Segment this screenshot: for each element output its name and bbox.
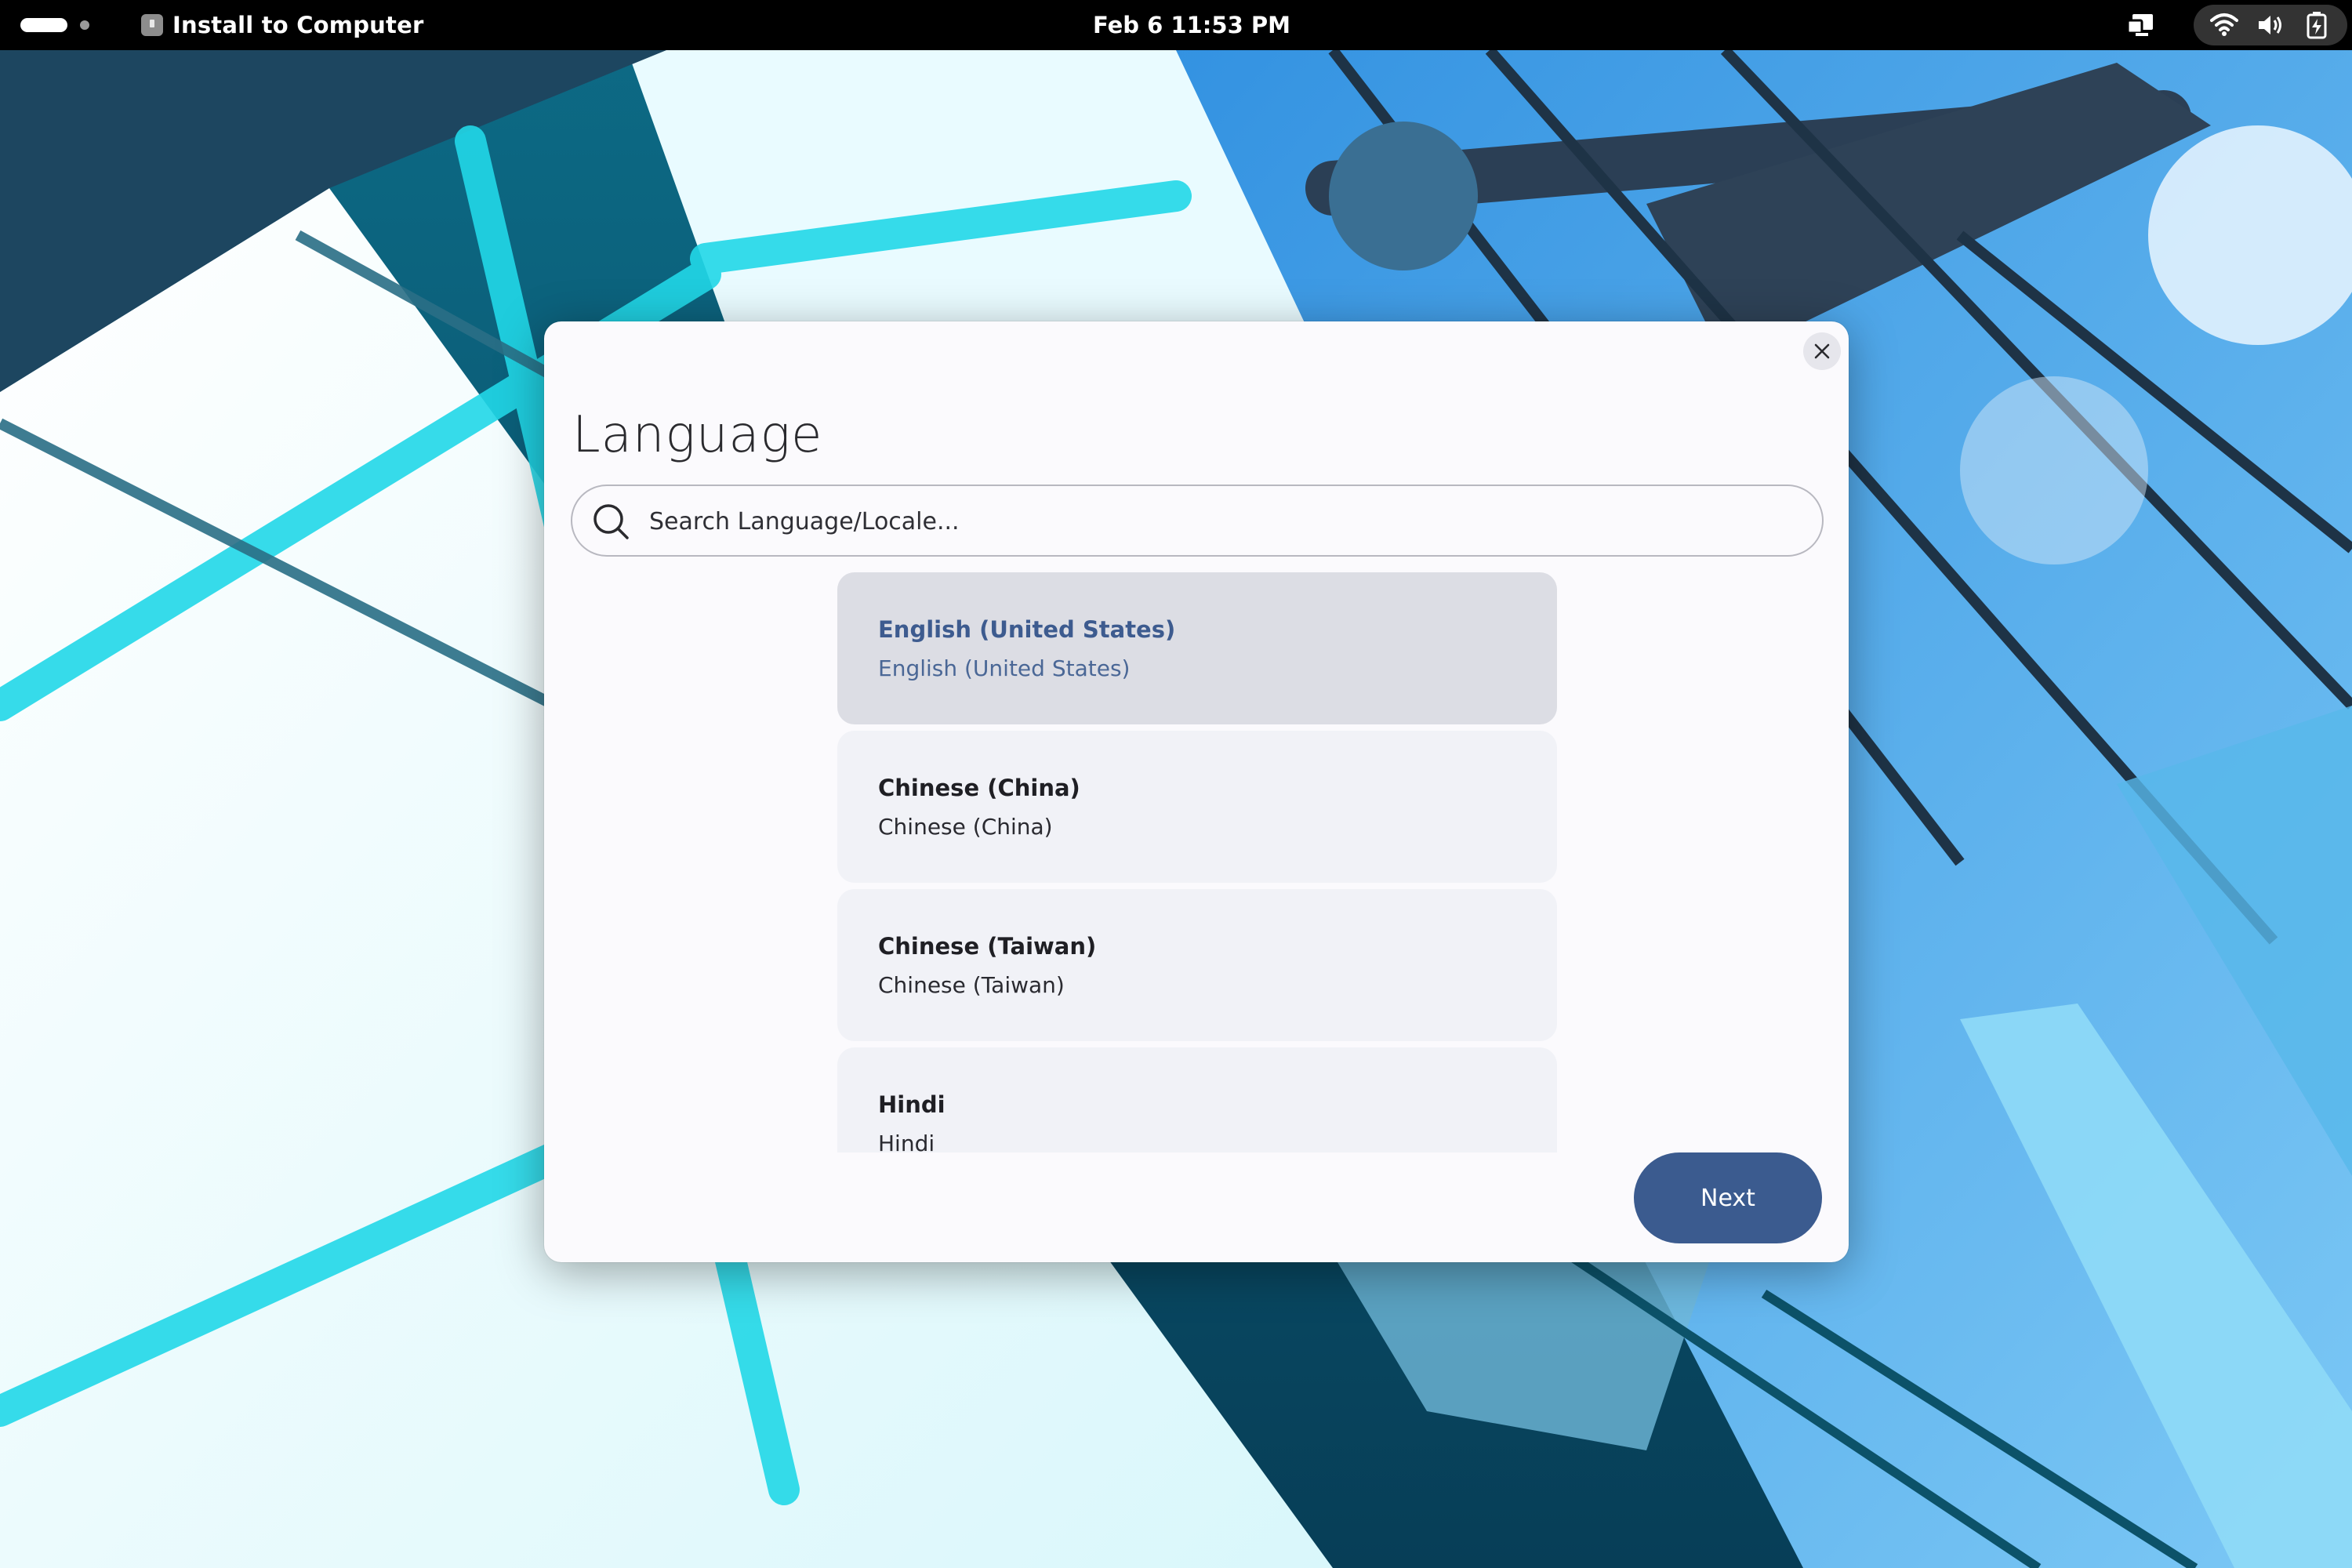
language-name: Hindi: [878, 1091, 946, 1118]
language-row[interactable]: Hindi Hindi: [837, 1047, 1557, 1152]
language-native-name: Chinese (Taiwan): [878, 972, 1065, 998]
language-native-name: Chinese (China): [878, 814, 1053, 840]
language-name: Chinese (China): [878, 775, 1080, 801]
installer-app-icon: [141, 14, 163, 36]
language-name: Chinese (Taiwan): [878, 933, 1097, 960]
language-row[interactable]: Chinese (Taiwan) Chinese (Taiwan): [837, 889, 1557, 1041]
system-menu[interactable]: [2194, 5, 2347, 45]
clock[interactable]: Feb 6 11:53 PM: [1093, 0, 1290, 50]
activities-button[interactable]: [20, 17, 89, 33]
search-input[interactable]: [648, 495, 1795, 547]
language-name: English (United States): [878, 616, 1176, 643]
next-button[interactable]: Next: [1634, 1152, 1822, 1243]
wifi-icon: [2209, 9, 2240, 41]
language-native-name: English (United States): [878, 655, 1131, 681]
search-field[interactable]: [571, 485, 1824, 557]
app-menu[interactable]: Install to Computer: [141, 0, 423, 50]
workspace-indicator-active: [20, 18, 67, 32]
app-title: Install to Computer: [172, 12, 424, 38]
page-title: Language: [572, 406, 823, 464]
language-native-name: Hindi: [878, 1131, 935, 1152]
language-list[interactable]: English (United States) English (United …: [837, 572, 1557, 1152]
close-button[interactable]: [1803, 332, 1841, 370]
language-row[interactable]: English (United States) English (United …: [837, 572, 1557, 724]
screen-share-icon[interactable]: [2126, 11, 2158, 39]
close-icon: [1814, 343, 1830, 359]
language-row[interactable]: Chinese (China) Chinese (China): [837, 731, 1557, 883]
battery-icon: [2301, 9, 2332, 41]
top-bar: Install to Computer Feb 6 11:53 PM: [0, 0, 2352, 50]
language-dialog: Language English (United States) English…: [544, 321, 1849, 1262]
volume-icon: [2255, 9, 2286, 41]
workspace-indicator: [80, 20, 89, 30]
search-icon: [593, 504, 629, 539]
